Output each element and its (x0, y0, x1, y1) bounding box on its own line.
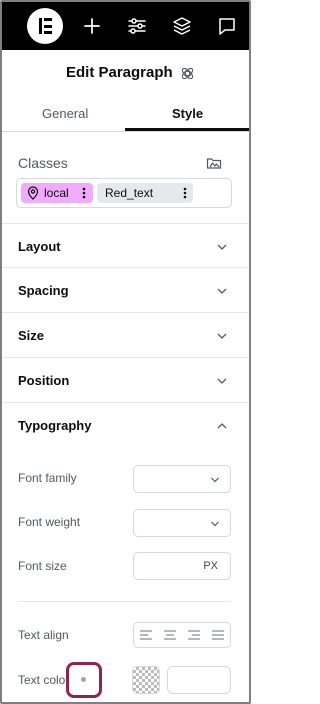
font-size-unit[interactable]: PX (203, 560, 218, 572)
align-left-icon (140, 630, 152, 640)
location-pin-icon (27, 186, 39, 200)
section-layout[interactable]: Layout (2, 223, 249, 268)
chevron-down-icon (217, 244, 227, 250)
section-label: Typography (18, 418, 92, 433)
font-size-label: Font size (18, 559, 67, 573)
panel-header: Edit Paragraph (2, 52, 249, 94)
text-align-group (133, 622, 231, 648)
tab-bar: General Style (2, 98, 249, 132)
section-label: Size (18, 328, 45, 343)
font-weight-label: Font weight (18, 515, 81, 529)
section-spacing[interactable]: Spacing (2, 268, 249, 313)
chevron-up-icon (217, 423, 227, 429)
chevron-down-icon (217, 378, 227, 384)
section-label: Position (18, 373, 70, 388)
active-tab-indicator (125, 128, 249, 131)
sliders-icon[interactable] (125, 14, 149, 38)
section-typography[interactable]: Typography (2, 403, 249, 448)
chip-menu-icon[interactable] (183, 186, 187, 200)
section-label: Spacing (18, 283, 69, 298)
chevron-down-icon (211, 477, 219, 483)
color-value-input[interactable] (167, 666, 231, 694)
align-center-icon (164, 630, 176, 640)
section-label: Layout (18, 239, 61, 254)
page-title: Edit Paragraph (66, 64, 173, 81)
align-center-button[interactable] (158, 623, 182, 647)
align-left-button[interactable] (134, 623, 158, 647)
chevron-down-icon (217, 288, 227, 294)
align-justify-button[interactable] (206, 623, 230, 647)
text-align-label: Text align (18, 628, 69, 642)
tab-general[interactable]: General (42, 106, 88, 121)
elementor-logo-icon[interactable] (27, 8, 63, 44)
color-swatch[interactable] (132, 666, 160, 694)
section-size[interactable]: Size (2, 313, 249, 358)
align-right-icon (188, 630, 200, 640)
chip-menu-icon[interactable] (82, 186, 86, 200)
divider (18, 601, 231, 602)
text-color-label: Text color (18, 673, 70, 687)
classes-label: Classes (18, 155, 68, 171)
comment-icon[interactable] (215, 14, 239, 38)
section-position[interactable]: Position (2, 358, 249, 403)
top-bar (2, 2, 249, 50)
font-family-label: Font family (18, 471, 77, 485)
add-icon[interactable] (80, 14, 104, 38)
font-weight-select[interactable] (133, 509, 231, 537)
chevron-down-icon (211, 521, 219, 527)
chevron-down-icon (217, 333, 227, 339)
highlight-annotation (66, 662, 102, 698)
tab-style[interactable]: Style (172, 106, 203, 121)
font-family-select[interactable] (133, 465, 231, 493)
font-size-input[interactable]: PX (133, 552, 231, 580)
align-justify-icon (212, 630, 224, 640)
classes-selector[interactable]: local Red_text (16, 178, 232, 208)
align-right-button[interactable] (182, 623, 206, 647)
class-chip-red-text[interactable]: Red_text (97, 183, 193, 203)
class-manager-icon[interactable] (206, 155, 222, 171)
layers-icon[interactable] (170, 14, 194, 38)
atom-icon[interactable] (180, 66, 195, 81)
class-chip-local[interactable]: local (21, 183, 93, 203)
class-chip-label: local (44, 186, 69, 200)
class-chip-label: Red_text (105, 186, 154, 200)
